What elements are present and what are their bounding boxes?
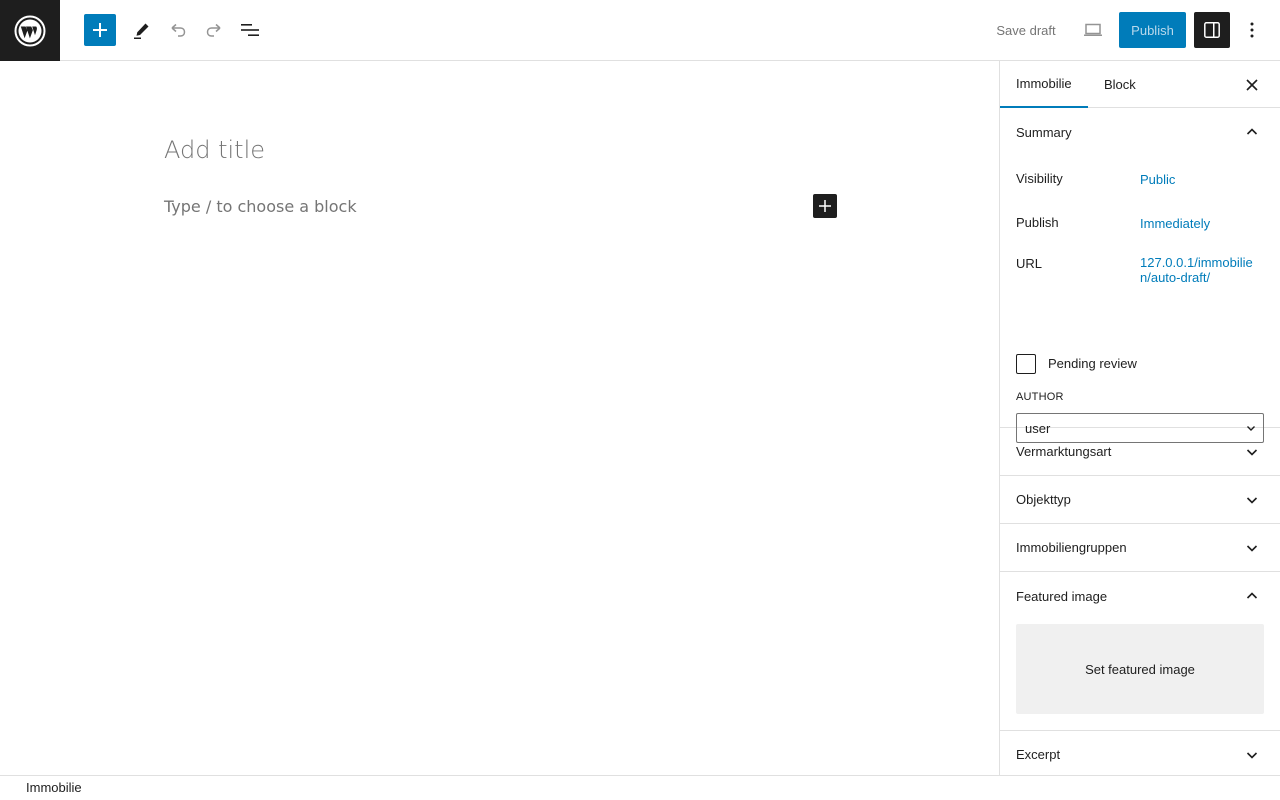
- excerpt-panel-title: Excerpt: [1016, 747, 1061, 762]
- editor-canvas: Add title Type / to choose a block: [0, 61, 999, 775]
- wordpress-logo-button[interactable]: [0, 0, 60, 61]
- plus-icon: [93, 23, 107, 37]
- undo-button[interactable]: [162, 14, 194, 46]
- redo-icon: [206, 23, 221, 37]
- excerpt-panel-toggle[interactable]: Excerpt: [1000, 731, 1280, 775]
- immobiliengruppen-panel-toggle[interactable]: Immobiliengruppen: [1000, 524, 1280, 572]
- chevron-up-icon: [1246, 128, 1258, 135]
- url-link[interactable]: 127.0.0.1/immobilien/auto-draft/: [1140, 255, 1260, 285]
- set-featured-image-button[interactable]: Set featured image: [1016, 624, 1264, 714]
- publish-date-toggle[interactable]: Immediately: [1140, 216, 1210, 231]
- list-view-icon: [241, 24, 259, 36]
- undo-icon: [171, 23, 186, 37]
- visibility-toggle[interactable]: Public: [1140, 172, 1175, 187]
- author-label: AUTHOR: [1016, 391, 1064, 403]
- close-icon: [1246, 79, 1258, 91]
- list-view-button[interactable]: [234, 14, 266, 46]
- redo-button[interactable]: [198, 14, 230, 46]
- options-button[interactable]: [1236, 14, 1268, 46]
- tools-edit-button[interactable]: [126, 14, 158, 46]
- summary-panel-toggle[interactable]: Summary: [1000, 108, 1280, 156]
- chevron-down-icon: [1246, 449, 1258, 456]
- objekttyp-panel-toggle[interactable]: Objekttyp: [1000, 476, 1280, 524]
- tab-immobilie[interactable]: Immobilie: [1000, 61, 1088, 108]
- featured-image-panel-toggle[interactable]: Featured image: [1000, 572, 1280, 620]
- tab-block[interactable]: Block: [1088, 61, 1152, 108]
- vermarktungsart-panel-title: Vermarktungsart: [1016, 444, 1112, 459]
- pending-review-checkbox[interactable]: [1016, 354, 1036, 374]
- save-draft-button[interactable]: Save draft: [984, 12, 1068, 48]
- block-appender-button[interactable]: [813, 194, 837, 218]
- settings-toggle-button[interactable]: [1194, 12, 1230, 48]
- desktop-preview-icon: [1084, 23, 1102, 36]
- featured-image-panel-body: Set featured image: [1000, 620, 1280, 731]
- pencil-icon: [134, 23, 149, 39]
- chevron-down-icon: [1246, 752, 1258, 759]
- preview-button[interactable]: [1077, 14, 1109, 46]
- publish-date-label: Publish: [1016, 215, 1059, 230]
- editor-header: Save draft Publish: [0, 0, 1280, 61]
- close-sidebar-button[interactable]: [1240, 73, 1264, 97]
- chevron-down-icon: [1246, 545, 1258, 552]
- featured-image-panel-title: Featured image: [1016, 588, 1108, 604]
- sidebar-tabs: Immobilie Block: [1000, 61, 1280, 108]
- more-vertical-icon: [1250, 22, 1254, 38]
- url-label: URL: [1016, 256, 1043, 271]
- settings-sidebar: Immobilie Block Summary Visibility Publi…: [999, 61, 1280, 775]
- chevron-up-icon: [1246, 592, 1258, 599]
- sidebar-settings-icon: [1204, 22, 1220, 38]
- plus-icon: [819, 200, 831, 212]
- immobiliengruppen-panel-title: Immobiliengruppen: [1016, 540, 1127, 555]
- chevron-down-icon: [1246, 497, 1258, 504]
- visibility-label: Visibility: [1016, 171, 1063, 186]
- wordpress-logo-icon: [14, 15, 46, 46]
- publish-button[interactable]: Publish: [1119, 12, 1186, 48]
- post-title-input[interactable]: Add title: [164, 136, 265, 164]
- block-inserter-button[interactable]: [84, 14, 116, 46]
- default-block-appender[interactable]: Type / to choose a block: [164, 197, 357, 216]
- editor-footer: Immobilie: [0, 775, 1280, 800]
- summary-panel-body: Visibility Public Publish Immediately UR…: [1000, 156, 1280, 443]
- summary-panel-title: Summary: [1016, 124, 1072, 140]
- pending-review-label: Pending review: [1048, 356, 1137, 371]
- objekttyp-panel-title: Objekttyp: [1016, 492, 1071, 507]
- vermarktungsart-panel-toggle[interactable]: Vermarktungsart: [1000, 428, 1280, 476]
- block-breadcrumb[interactable]: Immobilie: [26, 780, 82, 795]
